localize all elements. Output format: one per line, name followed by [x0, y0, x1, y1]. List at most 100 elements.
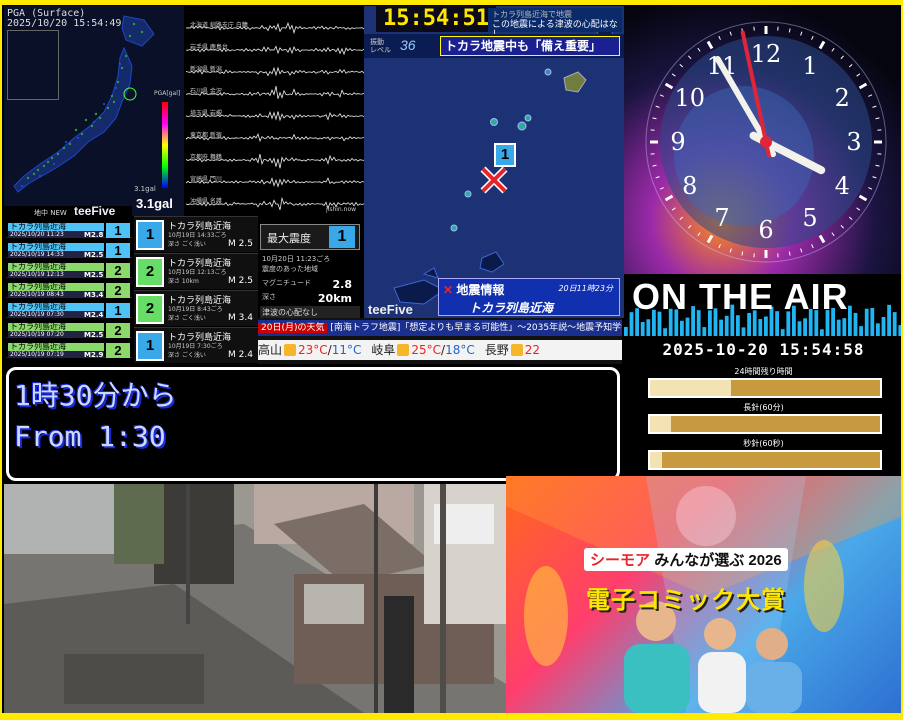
- level-label: 振動 レベル: [370, 38, 391, 54]
- card-intensity-badge: 2: [136, 257, 164, 287]
- quake-place: トカラ列島近海: [8, 323, 104, 331]
- magnitude-value: 2.8: [333, 278, 353, 291]
- card-time: 10月19日 14:33ごろ: [168, 230, 226, 239]
- depth-value: 20km: [318, 292, 352, 305]
- weather-city: 長野: [485, 343, 509, 357]
- depth-row: 深さ 20km: [262, 292, 360, 302]
- audio-bar: [758, 319, 762, 336]
- clock-tick: [672, 208, 675, 210]
- analog-clock-panel: 121234567891011: [624, 6, 903, 274]
- pga-gal-value: 3.1gal: [136, 196, 173, 211]
- depth-label: 深さ: [262, 293, 276, 301]
- audio-bar: [624, 327, 628, 336]
- quake-place: トカラ列島近海: [8, 343, 104, 351]
- ad-subtitle: シーモア みんなが選ぶ 2026: [584, 548, 788, 571]
- quake-list-panel: 地中 NEW teeFive トカラ列島近海 2025/10/20 11:23 M2…: [4, 206, 132, 364]
- card-intensity-badge: 2: [136, 294, 164, 324]
- seismo-station-label: 沖縄県 名護: [190, 196, 222, 205]
- progress-bar: [648, 450, 882, 470]
- weather-item: 高山 23°C/11°C: [258, 340, 361, 360]
- card-time: 10月19日 8:43ごろ: [168, 304, 223, 313]
- analog-clock: 121234567891011: [624, 6, 903, 274]
- magnitude-row: マグニチュード 2.8: [262, 278, 360, 288]
- pga-unit-label: PGA[gal]: [154, 90, 180, 97]
- clock-tick: [698, 233, 700, 236]
- card-intensity-badge: 1: [136, 220, 164, 250]
- audio-bar: [865, 309, 869, 336]
- clock-tick: [656, 106, 660, 107]
- seismograph-panel: 北海道 釧路支庁 白糠 岩手県 鹿島台 新潟県 新潟 石川県 金沢 埼玉県 岩槻 東京都 …: [186, 6, 364, 216]
- ad-brand: シーモア: [590, 552, 650, 569]
- clock-tick: [680, 64, 683, 67]
- audio-bar: [725, 316, 729, 336]
- ticker-tag: 20日(月)の天気: [258, 323, 327, 333]
- weather-item: 長野 22: [485, 340, 540, 360]
- clock-numeral: 2: [835, 84, 850, 112]
- audio-bar: [887, 305, 891, 336]
- max-intensity-value: 1: [329, 226, 355, 248]
- quake-row: トカラ列島近海 2025/10/19 14:33 M2.5 1: [6, 242, 132, 258]
- max-intensity-box: 最大震度 1: [260, 224, 360, 250]
- street-webcam: [4, 484, 506, 713]
- quake-shindo: 2: [106, 343, 130, 358]
- quake-row: トカラ列島近海 2025/10/19 07:19 M2.9 2: [6, 342, 132, 358]
- clock-tick: [660, 188, 664, 190]
- quake-shindo: 1: [106, 243, 130, 258]
- clock-tick: [801, 249, 802, 253]
- clock-tick: [868, 95, 872, 97]
- quake-card: 2 トカラ列島近海 10月19日 8:43ごろ 深さ ごく浅い M 3.4: [134, 290, 258, 326]
- clock-tick: [860, 84, 867, 88]
- card-depth: 深さ ごく浅い: [168, 350, 206, 359]
- clock-tick: [820, 236, 824, 243]
- clock-tick: [812, 36, 814, 40]
- quake-card: 1 トカラ列島近海 10月19日 7:30ごろ 深さ ごく浅い M 2.4: [134, 327, 258, 363]
- on-air-text: ON THE AIR: [632, 276, 849, 318]
- card-mag: M 3.4: [228, 313, 253, 323]
- clock-tick: [820, 42, 824, 49]
- clock-tick: [849, 217, 852, 220]
- clock-center: [760, 136, 772, 148]
- clock-tick: [832, 233, 834, 236]
- card-time: 10月19日 7:30ごろ: [168, 341, 223, 350]
- quake-mag: M2.5: [84, 331, 103, 339]
- clock-tick: [873, 106, 877, 107]
- quake-row: トカラ列島近海 2025/10/19 12:13 M2.5 2: [6, 262, 132, 278]
- stream-layout: PGA (Surface) 2025/10/20 15:54:49 PGA[ga…: [0, 0, 903, 720]
- progress-label: 秒針(60秒): [624, 438, 903, 449]
- pga-map-panel: PGA (Surface) 2025/10/20 15:54:49 PGA[ga…: [4, 6, 184, 216]
- seismo-station-label: 埼玉県 岩槻: [190, 108, 222, 117]
- pga-color-scale: [162, 102, 168, 188]
- headline-banner: トカラ地震中も「備え重要」: [440, 36, 620, 56]
- audio-bar: [876, 323, 880, 336]
- seismo-footer: jishin.now: [326, 206, 356, 213]
- quake-shindo: 1: [106, 223, 130, 238]
- pga-station-list: [7, 30, 59, 100]
- card-mag: M 2.4: [228, 350, 253, 360]
- clock-tick: [873, 177, 877, 178]
- clock-tick: [789, 29, 790, 33]
- quake-mag: M2.5: [84, 251, 103, 259]
- clock-tick: [812, 244, 814, 248]
- seismo-station-label: 石川県 金沢: [190, 86, 222, 95]
- clock-tick: [680, 217, 683, 220]
- audio-bar: [764, 317, 768, 336]
- magnitude-label: マグニチュード: [262, 279, 311, 287]
- quake-row: トカラ列島近海 2025/10/19 07:30 M2.4 1: [6, 302, 132, 318]
- ad-year: 2026: [748, 552, 781, 569]
- max-intensity-label: 最大震度: [267, 230, 311, 246]
- quake-mag: M2.8: [84, 231, 103, 239]
- clock-tick: [801, 32, 802, 36]
- clock-tick: [653, 165, 657, 166]
- time-progress-panel: 24時間残り時間 長針(60分) 秒針(60秒): [624, 364, 903, 476]
- audio-bar: [837, 320, 841, 336]
- clock-tick: [666, 84, 673, 88]
- quake-row: トカラ列島近海 2025/10/19 08:43 M3.4 2: [6, 282, 132, 298]
- audio-bar: [719, 320, 723, 336]
- message-line-1: 1時30分から: [14, 374, 177, 414]
- card-depth: 深さ ごく浅い: [168, 239, 206, 248]
- card-depth: 深さ 10km: [168, 276, 199, 285]
- quake-shindo: 2: [106, 263, 130, 278]
- clock-numeral: 7: [714, 204, 729, 232]
- progress-fill: [650, 452, 662, 468]
- sunny-icon: [511, 344, 523, 356]
